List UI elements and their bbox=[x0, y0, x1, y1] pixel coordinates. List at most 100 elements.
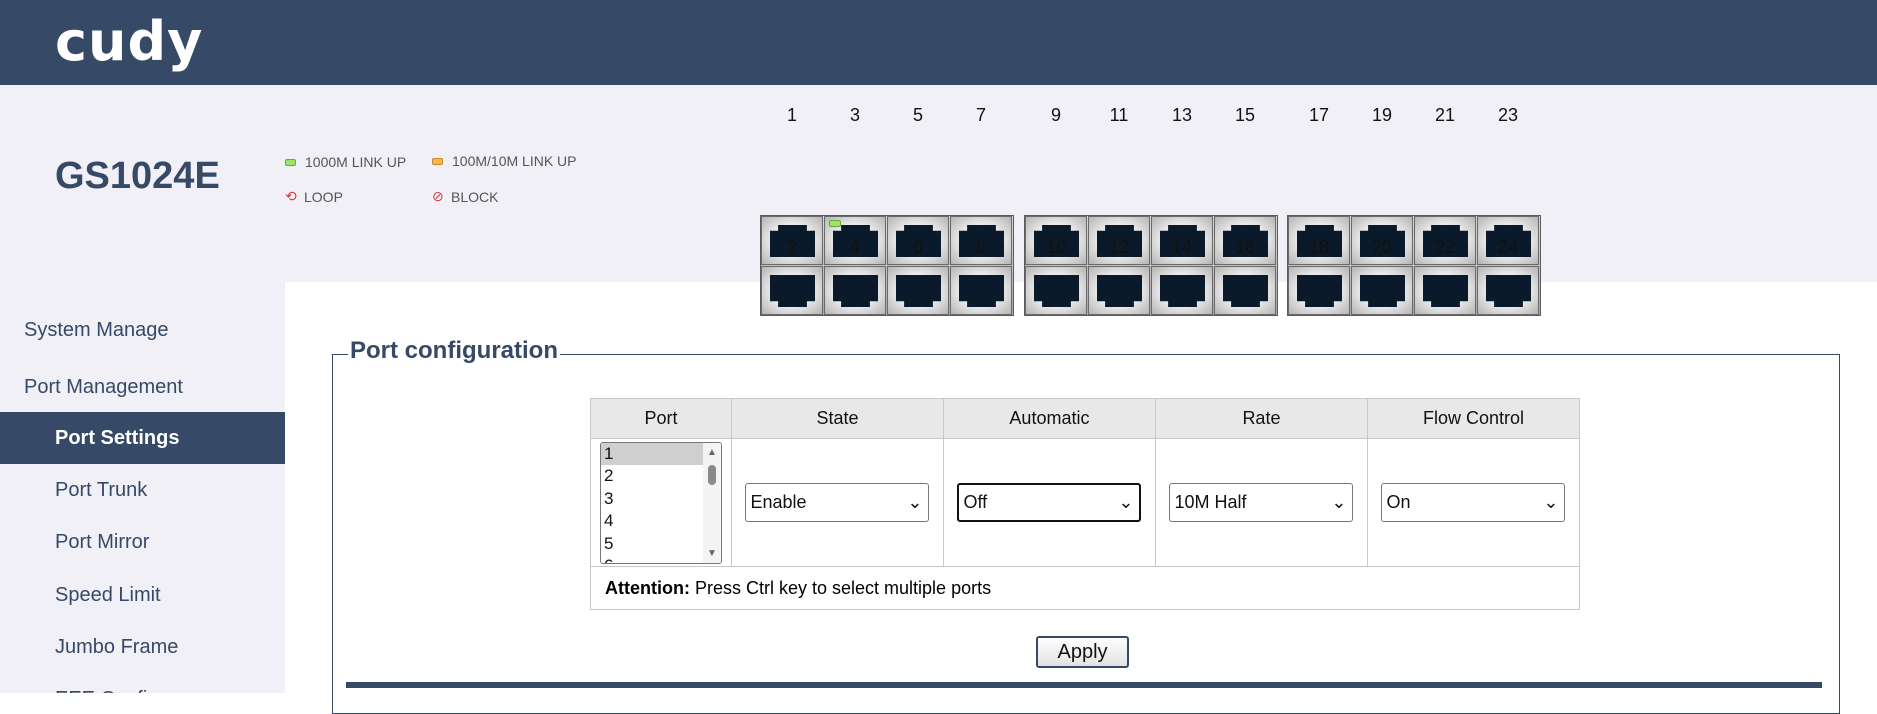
ethernet-jack-icon bbox=[1297, 275, 1342, 307]
automatic-select[interactable]: Off ⌄ bbox=[957, 483, 1142, 522]
port-number-label: 21 bbox=[1434, 105, 1456, 125]
scroll-down-icon[interactable]: ▼ bbox=[707, 548, 717, 559]
orange-led-icon bbox=[432, 157, 443, 165]
port-number-label: 5 bbox=[912, 105, 923, 125]
attention-text: Press Ctrl key to select multiple ports bbox=[689, 577, 992, 598]
sidebar-item-system-manage[interactable]: System Manage bbox=[0, 304, 285, 356]
port-8[interactable] bbox=[950, 266, 1012, 315]
port-24[interactable] bbox=[1477, 266, 1539, 315]
header-port: Port bbox=[590, 398, 732, 439]
port-2[interactable] bbox=[761, 266, 823, 315]
listbox-scrollbar[interactable]: ▲ ▼ bbox=[702, 442, 721, 563]
port-number-label: 10 bbox=[1045, 237, 1067, 257]
sidebar-item-port-trunk[interactable]: Port Trunk bbox=[0, 464, 285, 516]
chevron-down-icon: ⌄ bbox=[1118, 492, 1134, 512]
header-automatic: Automatic bbox=[942, 398, 1156, 439]
header-flow-control: Flow Control bbox=[1366, 398, 1581, 439]
sidebar-item-port-settings[interactable]: Port Settings bbox=[0, 412, 285, 464]
ethernet-jack-icon bbox=[833, 275, 878, 307]
port-number-label: 13 bbox=[1171, 105, 1193, 125]
port-6[interactable] bbox=[887, 266, 949, 315]
device-model: GS1024E bbox=[55, 155, 220, 197]
automatic-value: Off bbox=[963, 492, 988, 512]
state-cell: Enable ⌄ bbox=[730, 438, 944, 567]
port-number-label: 15 bbox=[1234, 105, 1256, 125]
port-number-label: 3 bbox=[849, 105, 860, 125]
rate-cell: 10M Half ⌄ bbox=[1154, 438, 1368, 567]
ethernet-jack-icon bbox=[770, 275, 815, 307]
ethernet-jack-icon bbox=[959, 275, 1004, 307]
port-18[interactable] bbox=[1288, 266, 1350, 315]
link-led-icon bbox=[829, 220, 841, 227]
attention-note: Attention: Press Ctrl key to select mult… bbox=[590, 566, 1580, 610]
port-number-label: 1 bbox=[786, 105, 797, 125]
port-10[interactable] bbox=[1025, 266, 1087, 315]
legend-label: 1000M LINK UP bbox=[305, 154, 407, 170]
section-divider bbox=[346, 682, 1822, 688]
port-number-label: 22 bbox=[1434, 237, 1456, 257]
port-option[interactable]: 3 bbox=[601, 488, 703, 511]
port-number-label: 17 bbox=[1308, 105, 1330, 125]
sidebar-item-jumbo-frame[interactable]: Jumbo Frame bbox=[0, 621, 285, 673]
loop-icon: ⟲ bbox=[285, 188, 297, 204]
green-led-icon bbox=[285, 158, 296, 166]
port-option[interactable]: 1 bbox=[600, 442, 703, 465]
legend-loop: ⟲ LOOP bbox=[285, 188, 343, 205]
sidebar-item-speed-limit[interactable]: Speed Limit bbox=[0, 569, 285, 621]
sidebar-item-port-mirror[interactable]: Port Mirror bbox=[0, 516, 285, 568]
ethernet-jack-icon bbox=[1223, 275, 1268, 307]
port-number-label: 12 bbox=[1108, 237, 1130, 257]
port-option[interactable]: 2 bbox=[601, 465, 703, 488]
sidebar-item-eee-config[interactable]: EEE Config bbox=[0, 673, 285, 693]
port-number-label: 9 bbox=[1050, 105, 1061, 125]
port-number-label: 11 bbox=[1109, 105, 1129, 125]
port-number-label: 16 bbox=[1234, 237, 1256, 257]
port-number-label: 8 bbox=[975, 237, 986, 257]
port-number-label: 2 bbox=[786, 237, 797, 257]
legend-label: BLOCK bbox=[451, 188, 499, 205]
port-number-label: 14 bbox=[1171, 237, 1193, 257]
ethernet-jack-icon bbox=[1360, 275, 1405, 307]
port-number-label: 20 bbox=[1371, 237, 1393, 257]
state-select[interactable]: Enable ⌄ bbox=[745, 483, 930, 522]
legend-1000m: 1000M LINK UP bbox=[285, 154, 406, 170]
legend-block: ⊘ BLOCK bbox=[432, 188, 498, 205]
port-20[interactable] bbox=[1351, 266, 1413, 315]
header-state: State bbox=[730, 398, 944, 439]
scroll-up-icon[interactable]: ▲ bbox=[707, 447, 717, 458]
port-option[interactable]: 4 bbox=[601, 510, 703, 533]
port-16[interactable] bbox=[1214, 266, 1276, 315]
sidebar-item-port-management[interactable]: Port Management bbox=[0, 361, 285, 413]
port-config-table: Port State Automatic Rate Flow Control 1… bbox=[590, 398, 1581, 610]
attention-label: Attention: bbox=[605, 577, 690, 598]
cudy-logo: cudy bbox=[55, 10, 204, 73]
port-22[interactable] bbox=[1414, 266, 1476, 315]
ethernet-jack-icon bbox=[1423, 275, 1468, 307]
port-4[interactable] bbox=[824, 266, 886, 315]
top-header: cudy bbox=[0, 0, 1877, 85]
ethernet-jack-icon bbox=[1486, 275, 1531, 307]
port-14[interactable] bbox=[1151, 266, 1213, 315]
section-title: Port configuration bbox=[348, 337, 560, 365]
port-cell: 1 2 3 4 5 6 ▲ ▼ bbox=[590, 438, 732, 567]
flow-control-select[interactable]: On ⌄ bbox=[1381, 483, 1566, 522]
port-number-label: 4 bbox=[849, 237, 860, 257]
port-number-label: 6 bbox=[912, 237, 923, 257]
apply-button[interactable]: Apply bbox=[1036, 636, 1129, 668]
legend-label: 100M/10M LINK UP bbox=[452, 153, 577, 169]
port-12[interactable] bbox=[1088, 266, 1150, 315]
port-option[interactable]: 6 bbox=[601, 555, 703, 563]
automatic-cell: Off ⌄ bbox=[942, 438, 1156, 567]
rate-select[interactable]: 10M Half ⌄ bbox=[1169, 483, 1354, 522]
scrollbar-thumb[interactable] bbox=[707, 464, 716, 485]
header-rate: Rate bbox=[1154, 398, 1368, 439]
state-value: Enable bbox=[750, 492, 807, 512]
ethernet-jack-icon bbox=[1034, 275, 1079, 307]
port-listbox[interactable]: 1 2 3 4 5 6 ▲ ▼ bbox=[599, 441, 722, 564]
rate-value: 10M Half bbox=[1174, 492, 1247, 512]
port-option[interactable]: 5 bbox=[601, 533, 703, 556]
sidebar: System Manage Port Management Port Setti… bbox=[0, 282, 285, 693]
port-number-label: 23 bbox=[1497, 105, 1519, 125]
block-icon: ⊘ bbox=[432, 188, 444, 204]
chevron-down-icon: ⌄ bbox=[907, 492, 923, 512]
